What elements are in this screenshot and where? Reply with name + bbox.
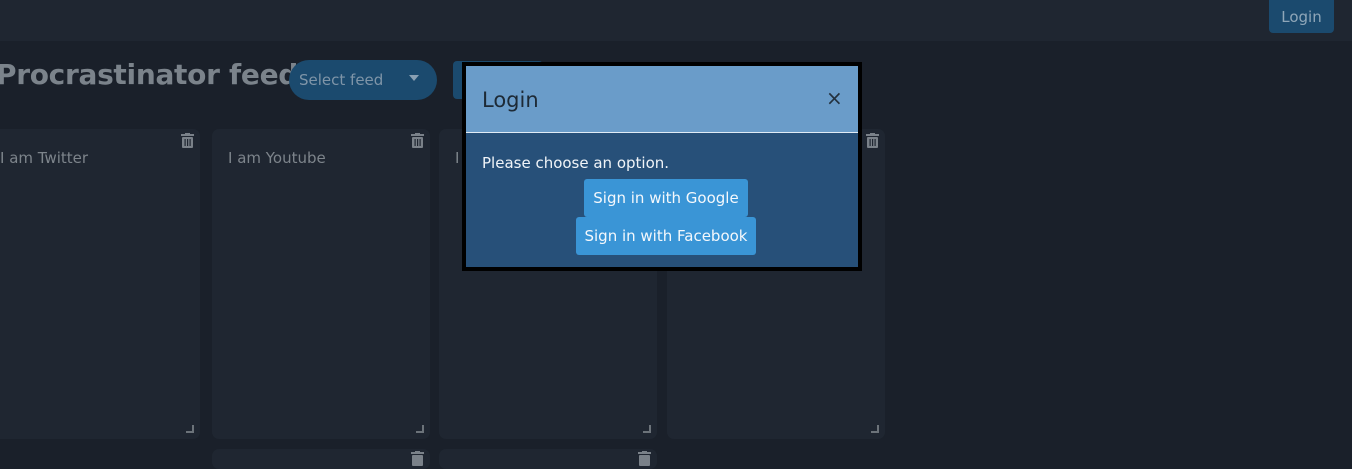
trash-icon[interactable]: [866, 133, 879, 148]
page-title: Procrastinator feeds: [0, 58, 315, 91]
modal-header: Login ×: [466, 66, 858, 133]
feed-card-row2-2[interactable]: [439, 449, 657, 469]
modal-title: Login: [482, 88, 539, 112]
feed-card-row2-1[interactable]: [212, 449, 430, 469]
trash-icon[interactable]: [411, 133, 424, 148]
card-label: I am Twitter: [0, 149, 89, 167]
card-label: I am Youtube: [228, 149, 326, 167]
login-modal: Login × Please choose an option. Sign in…: [462, 62, 862, 271]
card-label: I: [455, 149, 460, 167]
facebook-sign-in-button[interactable]: Sign in with Facebook: [576, 217, 756, 255]
close-icon[interactable]: ×: [826, 88, 843, 108]
top-navbar: Login: [0, 0, 1352, 41]
select-feed-dropdown[interactable]: Select feed: [289, 60, 437, 100]
resize-handle-icon[interactable]: [186, 425, 194, 433]
select-feed-placeholder: Select feed: [299, 71, 384, 89]
trash-icon[interactable]: [638, 451, 651, 466]
modal-prompt: Please choose an option.: [482, 154, 670, 172]
trash-icon[interactable]: [181, 133, 194, 148]
chevron-down-icon: [409, 75, 419, 81]
login-button[interactable]: Login: [1269, 0, 1334, 33]
trash-icon[interactable]: [411, 451, 424, 466]
resize-handle-icon[interactable]: [643, 425, 651, 433]
resize-handle-icon[interactable]: [416, 425, 424, 433]
login-modal-content: Login × Please choose an option. Sign in…: [466, 66, 858, 267]
google-sign-in-button[interactable]: Sign in with Google: [584, 179, 748, 217]
resize-handle-icon[interactable]: [871, 425, 879, 433]
feed-card-youtube[interactable]: I am Youtube: [212, 129, 430, 439]
feed-card-twitter[interactable]: I am Twitter: [0, 129, 200, 439]
